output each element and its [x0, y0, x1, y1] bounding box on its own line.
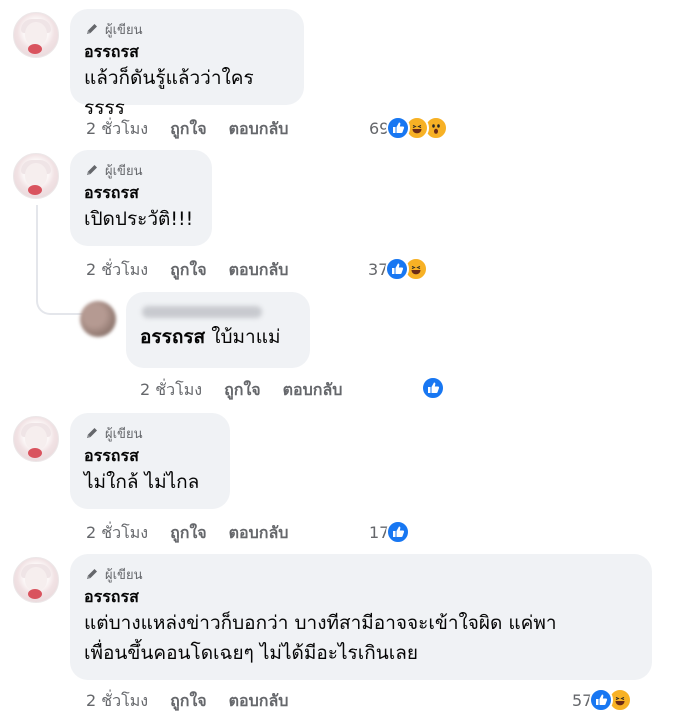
- timestamp-link[interactable]: 2 ชั่วโมง: [86, 689, 148, 714]
- reply-text: อรรถรส ใบ้มาแม่: [140, 322, 296, 352]
- comment-actions: 2 ชั่วโมง ถูกใจ ตอบกลับ: [86, 259, 310, 281]
- like-button[interactable]: ถูกใจ: [170, 521, 207, 546]
- comment-actions: 2 ชั่วโมง ถูกใจ ตอบกลับ: [86, 118, 310, 140]
- avatar[interactable]: [13, 416, 59, 462]
- comment-author[interactable]: อรรถรส: [84, 586, 638, 608]
- comment-actions: 2 ชั่วโมง ถูกใจ ตอบกลับ: [140, 379, 364, 401]
- avatar[interactable]: [13, 153, 59, 199]
- comment-bubble: ผู้เขียน อรรถรส แต่บางแหล่งข่าวก็บอกว่า …: [70, 554, 652, 680]
- comment-text: เปิดประวัติ!!!: [84, 208, 194, 230]
- avatar[interactable]: [13, 12, 59, 58]
- mention-link[interactable]: อรรถรส: [140, 326, 205, 348]
- comment-text-line: แต่บางแหล่งข่าวก็บอกว่า บางทีสามีอาจจะเข…: [84, 612, 557, 634]
- like-icon: [589, 688, 614, 712]
- reaction-summary[interactable]: [421, 376, 445, 400]
- comment-bubble: ผู้เขียน อรรถรส แล้วก็ดันรู้แล้วว่าใครรร…: [70, 9, 304, 119]
- author-badge: ผู้เขียน: [84, 160, 198, 180]
- reply-button[interactable]: ตอบกลับ: [229, 258, 289, 283]
- like-icon: [385, 257, 410, 281]
- like-icon: [421, 376, 445, 400]
- reaction-summary[interactable]: 69: [369, 116, 449, 140]
- reply-button[interactable]: ตอบกลับ: [283, 378, 343, 403]
- comment-author[interactable]: อรรถรส: [84, 445, 216, 467]
- author-badge-label: ผู้เขียน: [105, 22, 143, 38]
- pencil-icon: [87, 569, 97, 579]
- pencil-icon: [87, 24, 97, 34]
- reply-button[interactable]: ตอบกลับ: [229, 117, 289, 142]
- like-button[interactable]: ถูกใจ: [224, 378, 261, 403]
- timestamp-link[interactable]: 2 ชั่วโมง: [86, 117, 148, 142]
- reply-body: ใบ้มาแม่: [211, 326, 281, 348]
- comment-text: ไม่ใกล้ ไม่ไกล: [84, 471, 200, 493]
- comment-text: แล้วก็ดันรู้แล้วว่าใครรรรร: [84, 67, 254, 119]
- timestamp-link[interactable]: 2 ชั่วโมง: [140, 378, 202, 403]
- author-badge-label: ผู้เขียน: [105, 426, 143, 442]
- reaction-summary[interactable]: 57: [572, 688, 633, 712]
- pencil-icon: [87, 165, 97, 175]
- author-badge: ผู้เขียน: [84, 19, 290, 39]
- comment-bubble: ผู้เขียน อรรถรส ไม่ใกล้ ไม่ไกล: [70, 413, 230, 509]
- reaction-summary[interactable]: 37: [368, 257, 429, 281]
- comment-actions: 2 ชั่วโมง ถูกใจ ตอบกลับ: [86, 522, 310, 544]
- comment-author[interactable]: อรรถรส: [84, 41, 290, 63]
- reply-button[interactable]: ตอบกลับ: [229, 521, 289, 546]
- timestamp-link[interactable]: 2 ชั่วโมง: [86, 521, 148, 546]
- avatar[interactable]: [80, 301, 116, 337]
- reply-button[interactable]: ตอบกลับ: [229, 689, 289, 714]
- comment-author[interactable]: อรรถรส: [84, 182, 198, 204]
- author-badge: ผู้เขียน: [84, 564, 638, 584]
- timestamp-link[interactable]: 2 ชั่วโมง: [86, 258, 148, 283]
- like-icon: [386, 520, 411, 544]
- like-button[interactable]: ถูกใจ: [170, 689, 207, 714]
- comment-bubble: ผู้เขียน อรรถรส เปิดประวัติ!!!: [70, 150, 212, 246]
- like-button[interactable]: ถูกใจ: [170, 258, 207, 283]
- reply-bubble: อรรถรส ใบ้มาแม่: [126, 292, 310, 368]
- author-badge-label: ผู้เขียน: [105, 163, 143, 179]
- pencil-icon: [87, 428, 97, 438]
- blurred-author: [140, 302, 296, 322]
- like-button[interactable]: ถูกใจ: [170, 117, 207, 142]
- avatar[interactable]: [13, 557, 59, 603]
- author-badge-label: ผู้เขียน: [105, 567, 143, 583]
- author-badge: ผู้เขียน: [84, 423, 216, 443]
- reaction-summary[interactable]: 17: [369, 520, 411, 544]
- like-icon: [386, 116, 411, 140]
- comment-actions: 2 ชั่วโมง ถูกใจ ตอบกลับ: [86, 690, 310, 712]
- comment-text-line: เพื่อนขึ้นคอนโดเฉยๆ ไม่ได้มีอะไรเกินเลย: [84, 642, 418, 664]
